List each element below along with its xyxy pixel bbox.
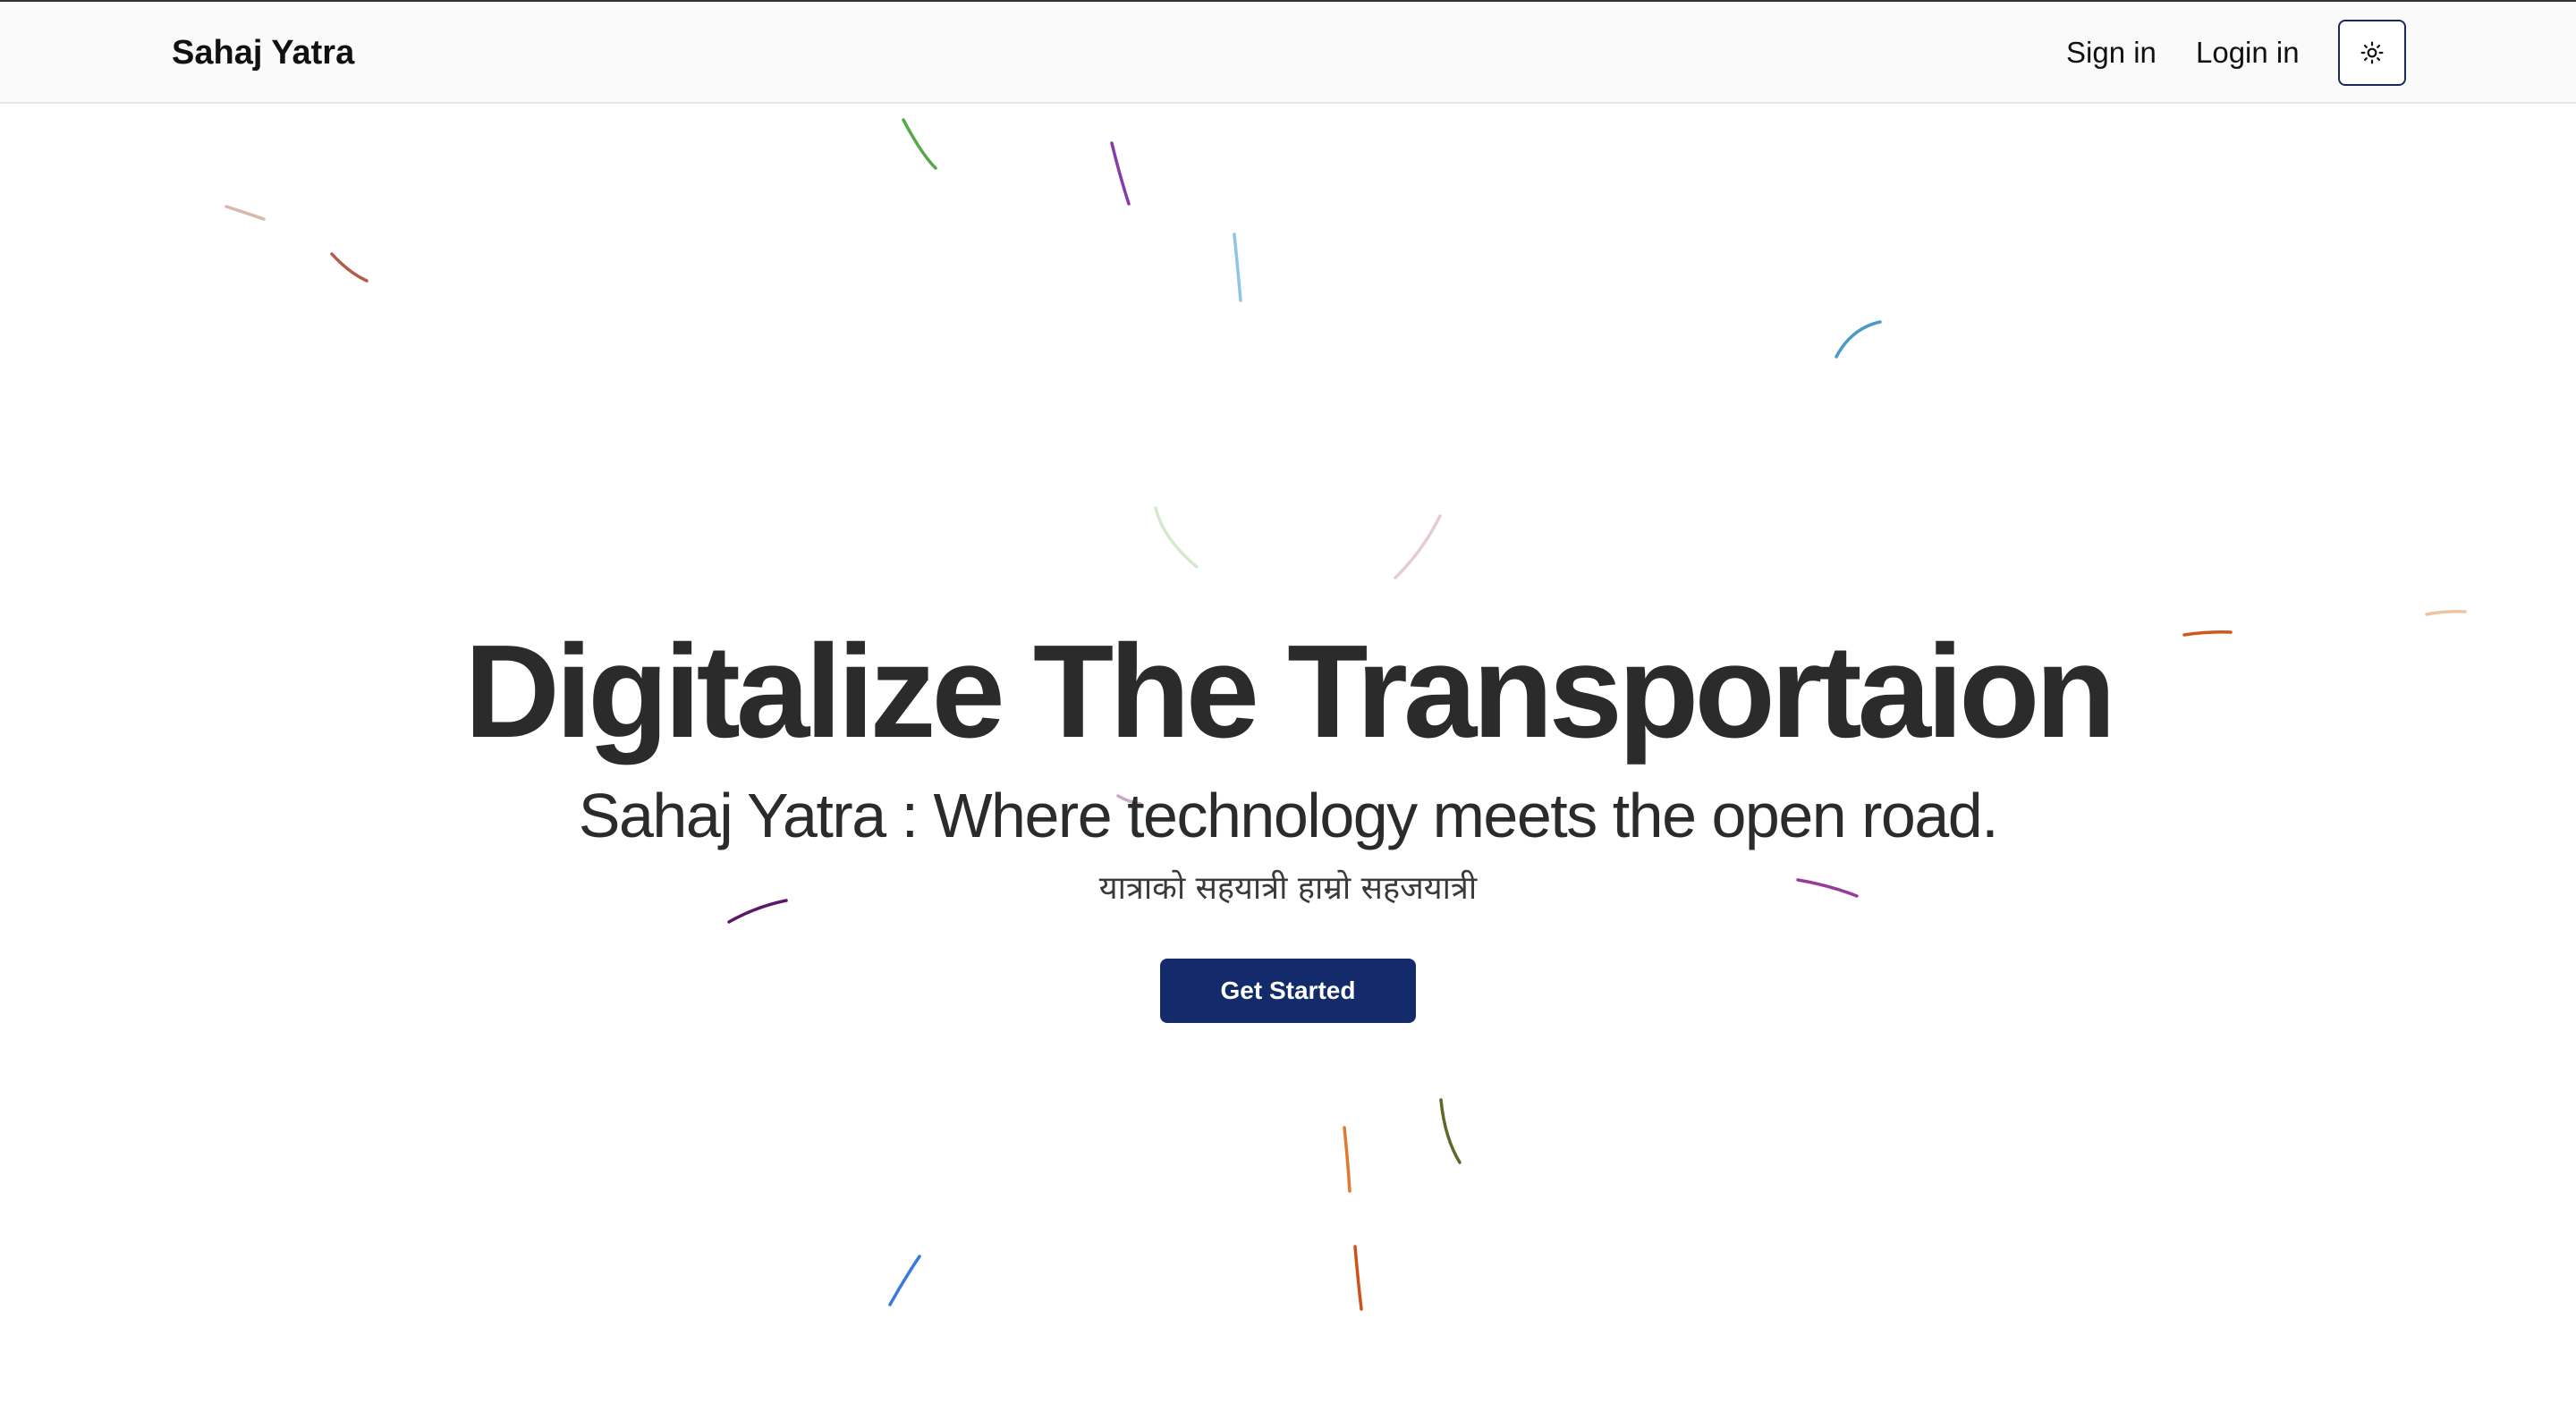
get-started-button[interactable]: Get Started [1160,959,1416,1023]
brand-logo[interactable]: Sahaj Yatra [172,32,354,73]
confetti-stroke [902,118,937,170]
confetti-stroke [330,252,369,283]
confetti-stroke [1110,141,1131,206]
sun-icon [2360,41,2384,64]
confetti-stroke [1394,514,1442,579]
confetti-stroke [1343,1126,1352,1193]
navbar: Sahaj Yatra Sign in Login in [0,2,2576,104]
confetti-stroke [1439,1098,1462,1164]
hero-tagline: यात्राको सहयात्री हाम्रो सहजयात्री [1098,870,1478,907]
sign-in-link[interactable]: Sign in [2066,34,2157,72]
confetti-stroke [225,205,266,221]
hero-title: Digitalize The Transportaion [464,618,2116,765]
confetti-stroke [1154,506,1199,569]
hero-subtitle: Sahaj Yatra : Where technology meets the… [578,781,1999,850]
confetti-stroke [1835,320,1882,359]
theme-toggle-button[interactable] [2338,20,2406,86]
confetti-stroke [888,1255,921,1306]
login-link[interactable]: Login in [2196,34,2300,72]
landing-page: Sahaj Yatra Sign in Login in Digitalize … [0,0,2576,1420]
confetti-stroke [1233,232,1242,302]
confetti-stroke [1353,1245,1363,1311]
confetti-stroke [2425,610,2467,616]
